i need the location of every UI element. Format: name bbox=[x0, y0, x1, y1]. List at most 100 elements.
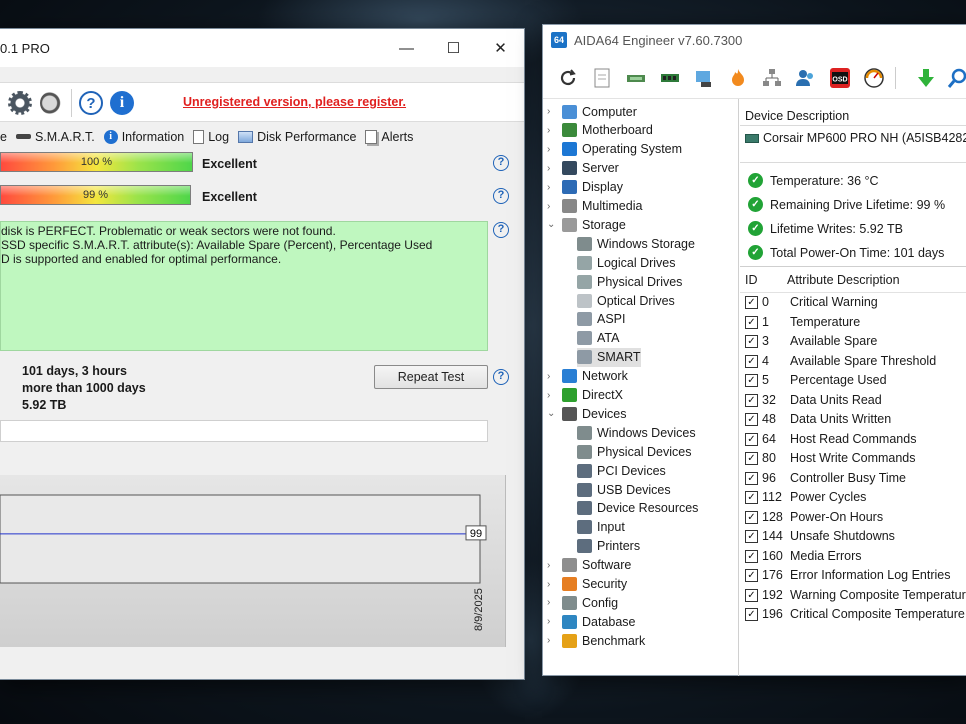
tree-node-server[interactable]: › Server bbox=[547, 159, 619, 178]
table-row[interactable]: ✓ 3 Available Spare bbox=[740, 332, 966, 352]
refresh-icon[interactable] bbox=[557, 67, 579, 89]
tree-node-pci-devices[interactable]: PCI Devices bbox=[577, 461, 666, 480]
table-row[interactable]: ✓ 5 Percentage Used bbox=[740, 371, 966, 391]
tree-node-network[interactable]: › Network bbox=[547, 367, 628, 386]
column-header-description[interactable]: Attribute Description bbox=[787, 273, 900, 287]
attribute-checkbox[interactable]: ✓ bbox=[745, 315, 758, 329]
attribute-checkbox[interactable]: ✓ bbox=[745, 354, 758, 368]
tree-node-benchmark[interactable]: › Benchmark bbox=[547, 631, 645, 650]
attribute-checkbox[interactable]: ✓ bbox=[745, 296, 758, 309]
speaker-icon[interactable] bbox=[40, 91, 64, 115]
search-icon[interactable] bbox=[947, 67, 966, 89]
tab-information[interactable]: i Information bbox=[103, 129, 184, 144]
tree-node-multimedia[interactable]: › Multimedia bbox=[547, 197, 642, 216]
table-row[interactable]: ✓ 160 Media Errors bbox=[740, 547, 966, 567]
tree-node-physical-drives[interactable]: Physical Drives bbox=[577, 272, 682, 291]
comment-field[interactable] bbox=[0, 420, 488, 442]
collapsed-arrow-icon[interactable]: › bbox=[547, 163, 557, 174]
repeat-test-button[interactable]: Repeat Test bbox=[374, 365, 488, 389]
collapsed-arrow-icon[interactable]: › bbox=[547, 182, 557, 193]
tree-node-storage[interactable]: ⌄ Storage bbox=[547, 215, 626, 234]
tree-node-devices[interactable]: ⌄ Devices bbox=[547, 404, 626, 423]
status-help-icon[interactable]: ? bbox=[493, 222, 509, 238]
attribute-checkbox[interactable]: ✓ bbox=[745, 588, 758, 602]
tree-node-software[interactable]: › Software bbox=[547, 556, 631, 575]
attribute-checkbox[interactable]: ✓ bbox=[745, 432, 758, 446]
tree-node-usb-devices[interactable]: USB Devices bbox=[577, 480, 671, 499]
table-row[interactable]: ✓ 32 Data Units Read bbox=[740, 391, 966, 411]
collapsed-arrow-icon[interactable]: › bbox=[547, 144, 557, 155]
users-icon[interactable] bbox=[795, 67, 817, 89]
table-row[interactable]: ✓ 144 Unsafe Shutdowns bbox=[740, 527, 966, 547]
attribute-checkbox[interactable]: ✓ bbox=[745, 510, 758, 524]
tree-node-smart[interactable]: SMART bbox=[577, 347, 641, 367]
help-icon[interactable]: ? bbox=[79, 91, 103, 115]
attribute-checkbox[interactable]: ✓ bbox=[745, 374, 758, 387]
attribute-checkbox[interactable]: ✓ bbox=[745, 549, 758, 563]
attribute-checkbox[interactable]: ✓ bbox=[745, 393, 758, 407]
attribute-checkbox[interactable]: ✓ bbox=[745, 335, 758, 348]
collapsed-arrow-icon[interactable]: › bbox=[547, 201, 557, 212]
collapsed-arrow-icon[interactable]: › bbox=[547, 390, 557, 401]
table-row[interactable]: ✓ 48 Data Units Written bbox=[740, 410, 966, 430]
table-row[interactable]: ✓ 192 Warning Composite Temperatur... bbox=[740, 586, 966, 606]
collapsed-arrow-icon[interactable]: › bbox=[547, 579, 557, 590]
collapsed-arrow-icon[interactable]: › bbox=[547, 597, 557, 608]
tree-node-directx[interactable]: › DirectX bbox=[547, 386, 623, 405]
tree-node-security[interactable]: › Security bbox=[547, 575, 627, 594]
tree-node-ata[interactable]: ATA bbox=[577, 329, 619, 348]
collapsed-arrow-icon[interactable]: › bbox=[547, 560, 557, 571]
tree-node-input[interactable]: Input bbox=[577, 518, 625, 537]
flame-icon[interactable] bbox=[727, 67, 749, 89]
tab-disk-performance[interactable]: Disk Performance bbox=[238, 130, 356, 144]
network-tree-icon[interactable] bbox=[761, 67, 783, 89]
table-row[interactable]: ✓ 80 Host Write Commands bbox=[740, 449, 966, 469]
expanded-arrow-icon[interactable]: ⌄ bbox=[547, 219, 557, 230]
collapsed-arrow-icon[interactable]: › bbox=[547, 616, 557, 627]
attribute-checkbox[interactable]: ✓ bbox=[745, 569, 758, 582]
tab-smart[interactable]: S.M.A.R.T. bbox=[15, 130, 95, 144]
attribute-checkbox[interactable]: ✓ bbox=[745, 471, 758, 485]
attribute-checkbox[interactable]: ✓ bbox=[745, 608, 758, 621]
tree-node-windows-devices[interactable]: Windows Devices bbox=[577, 423, 696, 442]
tree-node-aspi[interactable]: ASPI bbox=[577, 310, 626, 329]
collapsed-arrow-icon[interactable]: › bbox=[547, 106, 557, 117]
maximize-button[interactable]: ☐ bbox=[430, 29, 477, 67]
unregistered-link[interactable]: Unregistered version, please register. bbox=[183, 95, 406, 109]
tree-node-printers[interactable]: Printers bbox=[577, 537, 640, 556]
tree-node-logical-drives[interactable]: Logical Drives bbox=[577, 253, 676, 272]
attribute-checkbox[interactable]: ✓ bbox=[745, 530, 758, 543]
table-row[interactable]: ✓ 96 Controller Busy Time bbox=[740, 469, 966, 489]
device-description-box[interactable]: Corsair MP600 PRO NH (A5ISB42820A bbox=[740, 125, 966, 163]
settings-gear-icon[interactable] bbox=[8, 91, 32, 115]
collapsed-arrow-icon[interactable]: › bbox=[547, 635, 557, 646]
close-button[interactable]: ✕ bbox=[477, 29, 524, 67]
table-row[interactable]: ✓ 176 Error Information Log Entries bbox=[740, 566, 966, 586]
tree-node-config[interactable]: › Config bbox=[547, 593, 618, 612]
osd-icon[interactable]: OSD bbox=[829, 67, 851, 89]
performance-help-icon[interactable]: ? bbox=[493, 188, 509, 204]
gauge-icon[interactable] bbox=[863, 67, 885, 89]
tree-node-device-resources[interactable]: Device Resources bbox=[577, 499, 698, 518]
table-row[interactable]: ✓ 112 Power Cycles bbox=[740, 488, 966, 508]
download-arrow-icon[interactable] bbox=[915, 67, 937, 89]
table-row[interactable]: ✓ 64 Host Read Commands bbox=[740, 430, 966, 450]
tree-node-windows-storage[interactable]: Windows Storage bbox=[577, 234, 695, 253]
health-help-icon[interactable]: ? bbox=[493, 155, 509, 171]
network-icon[interactable] bbox=[693, 67, 715, 89]
tree-node-database[interactable]: › Database bbox=[547, 612, 636, 631]
table-row[interactable]: ✓ 4 Available Spare Threshold bbox=[740, 352, 966, 372]
attribute-checkbox[interactable]: ✓ bbox=[745, 452, 758, 465]
collapsed-arrow-icon[interactable]: › bbox=[547, 371, 557, 382]
motherboard-icon[interactable] bbox=[625, 67, 647, 89]
minimize-button[interactable]: — bbox=[383, 29, 430, 67]
tree-node-display[interactable]: › Display bbox=[547, 178, 623, 197]
table-row[interactable]: ✓ 0 Critical Warning bbox=[740, 293, 966, 313]
collapsed-arrow-icon[interactable]: › bbox=[547, 125, 557, 136]
tree-node-optical-drives[interactable]: Optical Drives bbox=[577, 291, 675, 310]
column-header-id[interactable]: ID bbox=[745, 273, 758, 287]
table-row[interactable]: ✓ 1 Temperature bbox=[740, 313, 966, 333]
tab-alerts[interactable]: Alerts bbox=[365, 129, 413, 144]
repeat-test-help-icon[interactable]: ? bbox=[493, 369, 509, 385]
report-icon[interactable] bbox=[591, 67, 613, 89]
